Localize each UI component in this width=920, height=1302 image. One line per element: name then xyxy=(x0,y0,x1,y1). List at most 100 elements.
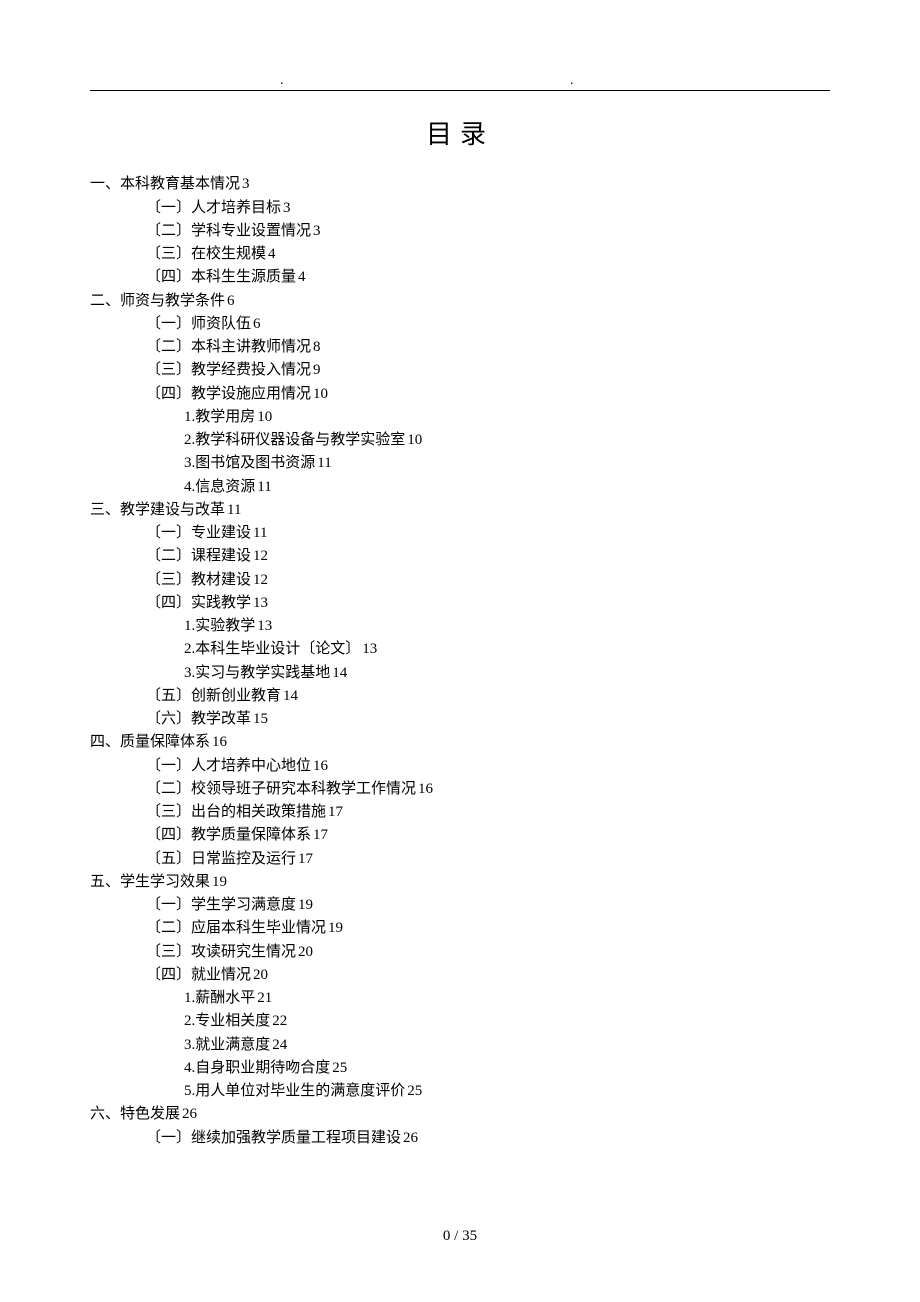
toc-entry-text: 2.本科生毕业设计〔论文〕 xyxy=(184,641,360,657)
toc-entry: 〔三〕教学经费投入情况9 xyxy=(146,359,830,382)
toc-entry-page: 17 xyxy=(298,851,313,867)
toc-entry: 〔五〕创新创业教育14 xyxy=(146,685,830,708)
toc-entry-page: 14 xyxy=(283,688,298,704)
toc-entry-text: 〔三〕教材建设 xyxy=(146,572,251,588)
toc-entry-page: 11 xyxy=(257,479,271,495)
toc-entry: 〔二〕应届本科生毕业情况19 xyxy=(146,917,830,940)
toc-entry: 〔二〕学科专业设置情况3 xyxy=(146,220,830,243)
toc-entry-text: 〔三〕攻读研究生情况 xyxy=(146,944,296,960)
toc-entry-page: 13 xyxy=(253,595,268,611)
toc-entry-page: 19 xyxy=(328,920,343,936)
toc-entry-page: 4 xyxy=(268,246,276,262)
toc-entry: 3.实习与教学实践基地14 xyxy=(184,662,830,685)
toc-entry-text: 〔一〕人才培养目标 xyxy=(146,200,281,216)
toc-entry: 3.图书馆及图书资源11 xyxy=(184,452,830,475)
toc-entry-text: 〔四〕实践教学 xyxy=(146,595,251,611)
toc-entry-page: 13 xyxy=(362,641,377,657)
toc-entry: 4.自身职业期待吻合度25 xyxy=(184,1057,830,1080)
toc-entry-page: 13 xyxy=(257,618,272,634)
toc-entry-text: 1.教学用房 xyxy=(184,409,255,425)
toc-entry-page: 17 xyxy=(313,827,328,843)
toc-entry-text: 〔一〕继续加强教学质量工程项目建设 xyxy=(146,1130,401,1146)
toc-entry-text: 〔四〕教学设施应用情况 xyxy=(146,386,311,402)
toc-entry-page: 6 xyxy=(227,293,235,309)
toc-entry-text: 〔二〕校领导班子研究本科教学工作情况 xyxy=(146,781,416,797)
toc-entry: 〔一〕继续加强教学质量工程项目建设26 xyxy=(146,1127,830,1150)
toc-entry-page: 6 xyxy=(253,316,261,332)
toc-entry: 2.本科生毕业设计〔论文〕13 xyxy=(184,638,830,661)
toc-entry-text: 〔五〕日常监控及运行 xyxy=(146,851,296,867)
toc-entry: 2.专业相关度22 xyxy=(184,1010,830,1033)
table-of-contents: 一、本科教育基本情况3〔一〕人才培养目标3〔二〕学科专业设置情况3〔三〕在校生规… xyxy=(90,173,830,1150)
toc-entry: 〔三〕在校生规模4 xyxy=(146,243,830,266)
toc-entry-text: 六、特色发展 xyxy=(90,1106,180,1122)
toc-entry: 六、特色发展26 xyxy=(90,1103,830,1126)
toc-entry: 〔三〕出台的相关政策措施17 xyxy=(146,801,830,824)
toc-entry-text: 〔四〕本科生生源质量 xyxy=(146,269,296,285)
toc-entry-page: 11 xyxy=(227,502,241,518)
toc-entry-text: 3.就业满意度 xyxy=(184,1037,270,1053)
toc-entry-page: 12 xyxy=(253,572,268,588)
toc-entry: 4.信息资源11 xyxy=(184,476,830,499)
toc-entry-page: 14 xyxy=(332,665,347,681)
toc-entry-page: 8 xyxy=(313,339,321,355)
toc-entry: 〔四〕教学质量保障体系17 xyxy=(146,824,830,847)
toc-entry-text: 4.自身职业期待吻合度 xyxy=(184,1060,330,1076)
toc-entry: 〔一〕师资队伍6 xyxy=(146,313,830,336)
toc-entry-page: 10 xyxy=(407,432,422,448)
header-marks: . . xyxy=(90,70,830,88)
toc-entry-text: 〔四〕教学质量保障体系 xyxy=(146,827,311,843)
header-dot-left: . xyxy=(280,70,284,92)
toc-entry-text: 〔二〕课程建设 xyxy=(146,548,251,564)
toc-entry-text: 〔一〕师资队伍 xyxy=(146,316,251,332)
toc-entry-text: 〔三〕教学经费投入情况 xyxy=(146,362,311,378)
toc-entry: 三、教学建设与改革11 xyxy=(90,499,830,522)
toc-entry: 〔二〕校领导班子研究本科教学工作情况16 xyxy=(146,778,830,801)
toc-entry-text: 〔二〕本科主讲教师情况 xyxy=(146,339,311,355)
toc-entry-text: 〔一〕学生学习满意度 xyxy=(146,897,296,913)
toc-entry-page: 22 xyxy=(272,1013,287,1029)
toc-entry-text: 2.教学科研仪器设备与教学实验室 xyxy=(184,432,405,448)
toc-entry-page: 20 xyxy=(298,944,313,960)
toc-entry: 〔四〕教学设施应用情况10 xyxy=(146,383,830,406)
toc-entry: 〔一〕人才培养中心地位16 xyxy=(146,755,830,778)
toc-entry-page: 25 xyxy=(407,1083,422,1099)
toc-entry: 〔二〕本科主讲教师情况8 xyxy=(146,336,830,359)
toc-entry-text: 一、本科教育基本情况 xyxy=(90,176,240,192)
toc-entry: 2.教学科研仪器设备与教学实验室10 xyxy=(184,429,830,452)
toc-entry-text: 五、学生学习效果 xyxy=(90,874,210,890)
toc-entry-page: 19 xyxy=(212,874,227,890)
toc-entry-page: 3 xyxy=(242,176,250,192)
toc-entry-text: 3.实习与教学实践基地 xyxy=(184,665,330,681)
toc-entry: 3.就业满意度24 xyxy=(184,1034,830,1057)
toc-entry-page: 25 xyxy=(332,1060,347,1076)
toc-entry-page: 11 xyxy=(317,455,331,471)
toc-entry-text: 〔三〕出台的相关政策措施 xyxy=(146,804,326,820)
toc-entry-page: 16 xyxy=(313,758,328,774)
toc-entry-page: 16 xyxy=(418,781,433,797)
toc-entry-text: 1.实验教学 xyxy=(184,618,255,634)
toc-entry-page: 3 xyxy=(313,223,321,239)
toc-entry-text: 〔一〕专业建设 xyxy=(146,525,251,541)
toc-entry-text: 3.图书馆及图书资源 xyxy=(184,455,315,471)
toc-entry: 〔四〕本科生生源质量4 xyxy=(146,266,830,289)
toc-entry: 5.用人单位对毕业生的满意度评价25 xyxy=(184,1080,830,1103)
toc-entry: 〔四〕实践教学13 xyxy=(146,592,830,615)
toc-entry-page: 15 xyxy=(253,711,268,727)
toc-entry: 〔四〕就业情况20 xyxy=(146,964,830,987)
toc-entry-page: 21 xyxy=(257,990,272,1006)
toc-entry: 一、本科教育基本情况3 xyxy=(90,173,830,196)
toc-entry: 〔一〕人才培养目标3 xyxy=(146,197,830,220)
toc-entry-text: 〔二〕学科专业设置情况 xyxy=(146,223,311,239)
toc-entry-text: 4.信息资源 xyxy=(184,479,255,495)
toc-entry: 二、师资与教学条件6 xyxy=(90,290,830,313)
toc-entry-text: 1.薪酬水平 xyxy=(184,990,255,1006)
page-footer: 0 / 35 xyxy=(0,1225,920,1248)
page-title: 目录 xyxy=(90,115,830,155)
toc-entry-page: 26 xyxy=(403,1130,418,1146)
toc-entry-page: 4 xyxy=(298,269,306,285)
toc-entry-text: 三、教学建设与改革 xyxy=(90,502,225,518)
toc-entry: 〔二〕课程建设12 xyxy=(146,545,830,568)
toc-entry-text: 二、师资与教学条件 xyxy=(90,293,225,309)
toc-entry: 〔三〕教材建设12 xyxy=(146,569,830,592)
